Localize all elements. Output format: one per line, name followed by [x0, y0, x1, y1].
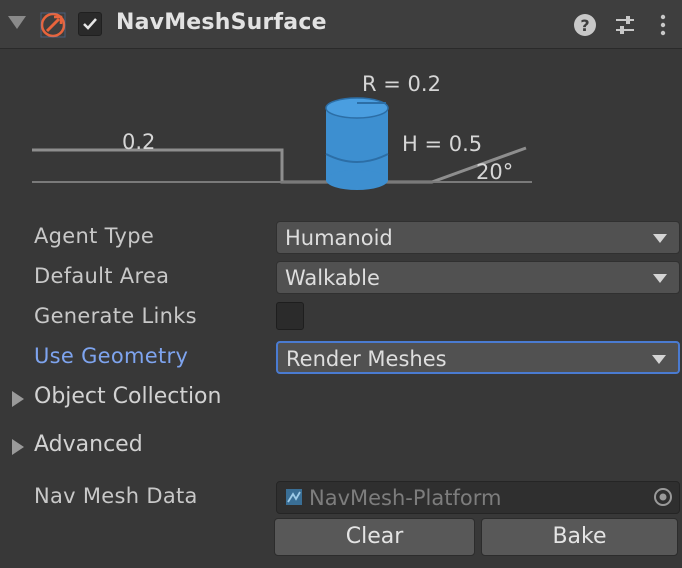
nav-mesh-data-row: Nav Mesh Data NavMesh-Platform — [0, 478, 682, 518]
component-header: NavMeshSurface ? — [0, 0, 682, 49]
dropdown-arrow-icon — [652, 355, 666, 364]
dropdown-arrow-icon — [653, 234, 667, 243]
agent-type-value: Humanoid — [285, 226, 393, 250]
generate-links-checkbox[interactable] — [276, 302, 304, 330]
clear-button[interactable]: Clear — [274, 518, 475, 556]
use-geometry-label: Use Geometry — [34, 344, 189, 368]
use-geometry-dropdown[interactable]: Render Meshes — [276, 341, 680, 374]
height-label: H = 0.5 — [402, 132, 483, 156]
component-title: NavMeshSurface — [116, 10, 327, 35]
object-collection-label: Object Collection — [34, 384, 222, 409]
agent-type-dropdown[interactable]: Humanoid — [276, 221, 680, 254]
dropdown-arrow-icon — [653, 274, 667, 283]
default-area-dropdown[interactable]: Walkable — [276, 261, 680, 294]
default-area-label: Default Area — [34, 264, 170, 288]
generate-links-label: Generate Links — [34, 304, 197, 328]
bake-button[interactable]: Bake — [481, 518, 678, 556]
nav-mesh-data-label: Nav Mesh Data — [34, 484, 198, 508]
agent-diagram: 0.2 R = 0.2 H = 0.5 20° — [0, 58, 682, 208]
svg-text:?: ? — [580, 16, 589, 35]
component-enabled-checkbox[interactable] — [78, 12, 102, 36]
navmesh-asset-icon — [286, 489, 302, 505]
agent-diagram-graphic — [32, 97, 532, 190]
agent-type-label: Agent Type — [34, 224, 155, 248]
step-height-label: 0.2 — [122, 130, 156, 154]
help-icon[interactable]: ? — [572, 12, 598, 38]
default-area-value: Walkable — [285, 266, 380, 290]
more-options-icon[interactable] — [650, 12, 676, 38]
default-area-row: Default Area Walkable — [0, 258, 682, 298]
object-collection-foldout[interactable]: Object Collection — [0, 378, 682, 418]
advanced-label: Advanced — [34, 432, 143, 457]
agent-type-row: Agent Type Humanoid — [0, 218, 682, 258]
presets-icon[interactable] — [612, 12, 638, 38]
collapse-arrow-icon[interactable] — [8, 16, 26, 29]
foldout-arrow-icon — [12, 439, 24, 455]
radius-label: R = 0.2 — [362, 72, 441, 96]
use-geometry-row: Use Geometry Render Meshes — [0, 338, 682, 378]
advanced-foldout[interactable]: Advanced — [0, 426, 682, 466]
nav-mesh-data-value: NavMesh-Platform — [309, 486, 502, 510]
slope-label: 20° — [476, 160, 514, 184]
foldout-arrow-icon — [12, 391, 24, 407]
navmesh-surface-icon — [40, 12, 66, 38]
nav-mesh-data-field[interactable]: NavMesh-Platform — [276, 481, 680, 514]
use-geometry-value: Render Meshes — [286, 347, 447, 371]
object-picker-icon[interactable] — [653, 487, 673, 507]
generate-links-row: Generate Links — [0, 298, 682, 338]
checkmark-icon — [83, 18, 97, 30]
